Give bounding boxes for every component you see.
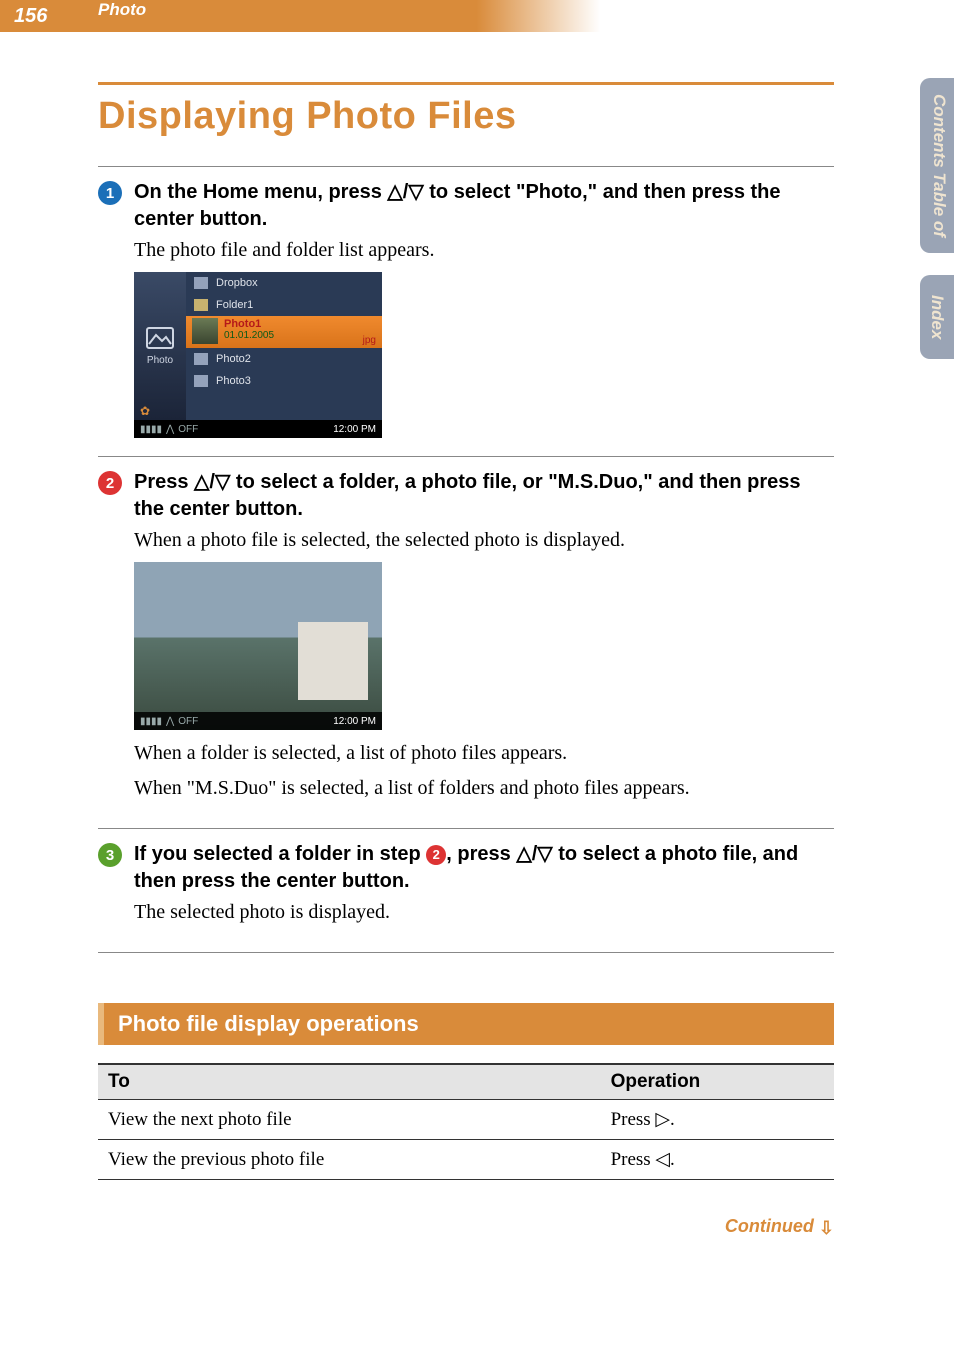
continued-label: Continued ⇩ [98, 1216, 834, 1237]
step-3-badge: 3 [98, 843, 122, 867]
device-clock: 12:00 PM [333, 424, 376, 435]
device-left-panel: Photo [134, 272, 186, 420]
signal-icon: ⋀ [166, 716, 174, 727]
header-category: Photo [70, 0, 146, 19]
table-head-operation: Operation [601, 1064, 834, 1100]
content-area: Displaying Photo Files 1 On the Home men… [0, 32, 954, 1237]
header-gradient: Photo [70, 0, 954, 32]
step-1-heading: On the Home menu, press △/▽ to select "P… [134, 179, 834, 233]
device-screenshot-list: Photo Dropbox Folder1 Photo1 01.01.2005 … [134, 272, 382, 438]
step-3: 3 If you selected a folder in step 2, pr… [98, 828, 834, 953]
image-icon [194, 353, 208, 365]
dropbox-icon [194, 277, 208, 289]
dropbox-label: Dropbox [216, 277, 258, 289]
photo-status-off: OFF [178, 716, 198, 727]
step-2-heading: Press △/▽ to select a folder, a photo fi… [134, 469, 834, 523]
photo1-thumb [192, 318, 218, 344]
tab-index[interactable]: Index [920, 275, 954, 359]
gear-icon: ✿ [140, 404, 150, 418]
continued-arrow-icon: ⇩ [819, 1218, 834, 1239]
photo1-date: 01.01.2005 [224, 330, 374, 341]
page-number: 156 [0, 5, 70, 28]
cell-to: View the next photo file [98, 1100, 601, 1140]
table-row: View the previous photo file Press ◁. [98, 1140, 834, 1180]
cell-op: Press ◁. [601, 1140, 834, 1180]
step-2-badge: 2 [98, 471, 122, 495]
step-ref-badge-2: 2 [426, 845, 446, 865]
list-item-photo1-selected: Photo1 01.01.2005 jpg [186, 316, 382, 348]
tab-toc-line1: Table of [930, 172, 949, 237]
battery-icon: ▮▮▮▮ [140, 716, 162, 727]
battery-icon: ▮▮▮▮ [140, 424, 162, 435]
status-off: OFF [178, 424, 198, 435]
step-3-desc: The selected photo is displayed. [134, 899, 834, 926]
photo2-label: Photo2 [216, 353, 251, 365]
table-row: View the next photo file Press ▷. [98, 1100, 834, 1140]
photo-building-shape [298, 622, 368, 700]
photo1-ext: jpg [363, 335, 376, 346]
operations-table: To Operation View the next photo file Pr… [98, 1063, 834, 1180]
list-item-folder1: Folder1 [186, 294, 382, 316]
step-3-heading: If you selected a folder in step 2, pres… [134, 841, 834, 895]
photo-status-bar: ▮▮▮▮ ⋀ OFF 12:00 PM [134, 712, 382, 730]
step-2-desc-msduo: When "M.S.Duo" is selected, a list of fo… [134, 775, 834, 802]
signal-icon: ⋀ [166, 424, 174, 435]
step-1: 1 On the Home menu, press △/▽ to select … [98, 166, 834, 456]
folder-icon [194, 299, 208, 311]
tab-index-label: Index [928, 295, 947, 339]
page-header: 156 Photo [0, 0, 954, 32]
page-title: Displaying Photo Files [98, 95, 834, 138]
tab-table-of-contents[interactable]: Contents Table of [920, 78, 954, 253]
list-item-photo3: Photo3 [186, 370, 382, 392]
cell-op: Press ▷. [601, 1100, 834, 1140]
step-2-desc-folder: When a folder is selected, a list of pho… [134, 740, 834, 767]
device-screenshot-photo: ▮▮▮▮ ⋀ OFF 12:00 PM [134, 562, 382, 730]
photo1-label: Photo1 [224, 318, 374, 330]
photo3-label: Photo3 [216, 375, 251, 387]
side-tabs: Contents Table of Index [920, 78, 954, 359]
photo-clock: 12:00 PM [333, 716, 376, 727]
list-item-photo2: Photo2 [186, 348, 382, 370]
step-1-badge: 1 [98, 181, 122, 205]
title-rule [98, 82, 834, 85]
cell-to: View the previous photo file [98, 1140, 601, 1180]
continued-text: Continued [725, 1216, 819, 1236]
photo-icon [146, 327, 174, 349]
folder1-label: Folder1 [216, 299, 253, 311]
list-item-dropbox: Dropbox [186, 272, 382, 294]
device-status-bar: ▮▮▮▮ ⋀ OFF 12:00 PM [134, 420, 382, 438]
step-3-heading-pre: If you selected a folder in step [134, 843, 426, 865]
image-icon [194, 375, 208, 387]
step-1-desc: The photo file and folder list appears. [134, 237, 834, 264]
device-left-label: Photo [147, 355, 173, 366]
step-2: 2 Press △/▽ to select a folder, a photo … [98, 456, 834, 828]
tab-toc-line2: Contents [930, 94, 949, 168]
step-2-desc: When a photo file is selected, the selec… [134, 527, 834, 554]
subheader-operations: Photo file display operations [98, 1003, 834, 1045]
table-head-to: To [98, 1064, 601, 1100]
